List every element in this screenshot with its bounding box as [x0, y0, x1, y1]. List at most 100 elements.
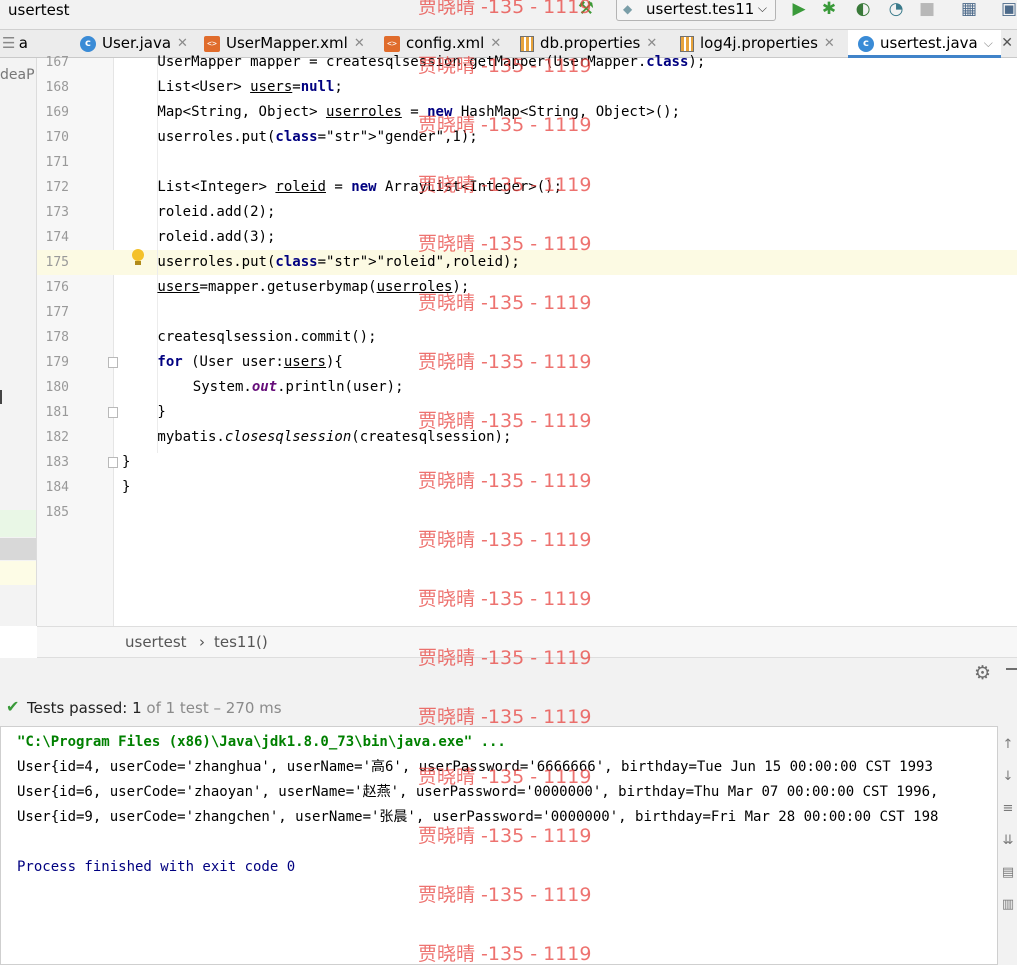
code-text: createsqlsession.commit();	[157, 329, 377, 345]
breadcrumb-method[interactable]: tes11()	[214, 627, 268, 658]
stop-icon[interactable]: ■	[914, 0, 940, 22]
code-line[interactable]: 179 for (User user:users){	[37, 350, 1017, 375]
code-line[interactable]: 174 roleid.add(3);	[37, 225, 1017, 250]
line-number: 167	[45, 55, 69, 70]
test-status-detail: of 1 test – 270 ms	[146, 699, 282, 717]
project-panel-fragment: deaP	[0, 67, 35, 83]
test-status-label: Tests passed:	[27, 699, 128, 717]
code-line[interactable]: 178 createsqlsession.commit();	[37, 325, 1017, 350]
run-tool-window-header: ⚙	[0, 658, 1017, 692]
code-line[interactable]: 185	[37, 500, 1017, 525]
line-number: 172	[45, 180, 69, 195]
code-line[interactable]: 169 Map<String, Object> userroles = new H…	[37, 100, 1017, 125]
test-config-icon: ◆	[623, 2, 633, 16]
check-icon: ✔	[6, 697, 20, 716]
console-toolbar: ↑ ↓ ≡ ⇊ ▤ ▥	[998, 726, 1017, 965]
code-line[interactable]: 170 userroles.put(class="str">"gender",1)…	[37, 125, 1017, 150]
scroll-down-icon[interactable]: ↓	[1001, 770, 1015, 784]
soft-wrap-icon[interactable]: ≡	[1001, 802, 1015, 816]
code-line[interactable]: 168 List<User> users=null;	[37, 75, 1017, 100]
console-line: User{id=4, userCode='zhanghua', userName…	[17, 759, 933, 775]
code-line[interactable]: 182 mybatis.closesqlsession(createsqlsess…	[37, 425, 1017, 450]
line-number: 170	[45, 130, 69, 145]
code-text: }	[157, 404, 166, 420]
fold-marker-icon[interactable]	[108, 357, 118, 368]
panel-row-selected[interactable]	[0, 538, 36, 560]
line-number: 183	[45, 455, 69, 470]
run-icon[interactable]: ▶	[786, 0, 812, 22]
code-text: users=mapper.getuserbymap(userroles);	[157, 279, 470, 295]
line-number: 168	[45, 80, 69, 95]
test-status-bar: ✔ Tests passed: 1 of 1 test – 270 ms	[0, 692, 1017, 726]
sdk-manager-icon[interactable]: ▣	[996, 0, 1017, 22]
panel-row-highlight	[0, 561, 36, 585]
coverage-icon[interactable]: ◐	[850, 0, 876, 22]
code-line[interactable]: 167 UserMapper mapper = createsqlsession.…	[37, 50, 1017, 75]
line-number: 169	[45, 105, 69, 120]
clear-all-icon[interactable]: ▥	[1001, 898, 1015, 912]
tab-hidden-left[interactable]: ☰ a	[2, 30, 28, 58]
run-config-selector[interactable]: ◆ usertest.tes11 ⌵	[616, 0, 776, 21]
line-number: 171	[45, 155, 69, 170]
code-text: userroles.put(class="str">"roleid",rolei…	[157, 254, 520, 270]
scroll-to-end-icon[interactable]: ⇊	[1001, 834, 1015, 848]
code-line[interactable]: 172 List<Integer> roleid = new ArrayList<…	[37, 175, 1017, 200]
console-line: Process finished with exit code 0	[17, 859, 296, 875]
project-structure-icon[interactable]: ▦	[956, 0, 982, 22]
project-panel-edge: deaP	[0, 58, 37, 626]
minimize-icon[interactable]	[1006, 668, 1017, 670]
code-line[interactable]: 184}	[37, 475, 1017, 500]
breadcrumb: usertest › tes11()	[37, 626, 1017, 658]
fold-marker-icon[interactable]	[108, 457, 118, 468]
project-name[interactable]: usertest	[8, 0, 70, 20]
line-number: 180	[45, 380, 69, 395]
code-text: UserMapper mapper = createsqlsession.get…	[157, 54, 706, 70]
code-line[interactable]: 176 users=mapper.getuserbymap(userroles);	[37, 275, 1017, 300]
breadcrumb-class[interactable]: usertest	[125, 627, 187, 658]
code-line[interactable]: 175 userroles.put(class="str">"roleid",ro…	[37, 250, 1017, 275]
code-line[interactable]: 177	[37, 300, 1017, 325]
debug-bug-icon[interactable]: ✱	[816, 0, 842, 22]
console-line: "C:\Program Files (x86)\Java\jdk1.8.0_73…	[17, 734, 506, 750]
line-number: 182	[45, 430, 69, 445]
console-line: User{id=6, userCode='zhaoyan', userName=…	[17, 784, 939, 800]
line-number: 173	[45, 205, 69, 220]
code-text: Map<String, Object> userroles = new Hash…	[157, 104, 680, 120]
line-number: 178	[45, 330, 69, 345]
code-line[interactable]: 180 System.out.println(user);	[37, 375, 1017, 400]
selection-marker	[0, 390, 2, 404]
test-status-count: 1	[132, 699, 142, 717]
code-text: }	[122, 479, 131, 495]
line-number: 175	[45, 255, 69, 270]
fold-marker-icon[interactable]	[108, 407, 118, 418]
line-number: 176	[45, 280, 69, 295]
breadcrumb-separator: ›	[199, 633, 205, 651]
build-hammer-icon[interactable]: ⚒	[572, 0, 600, 22]
line-number: 179	[45, 355, 69, 370]
line-number: 177	[45, 305, 69, 320]
gear-icon[interactable]: ⚙	[974, 662, 991, 684]
run-config-label: usertest.tes11	[646, 0, 755, 18]
chevron-down-icon: ⌵	[757, 1, 767, 15]
code-line[interactable]: 181}	[37, 400, 1017, 425]
code-text: System.out.println(user);	[192, 379, 404, 395]
line-number: 181	[45, 405, 69, 420]
panel-row-highlight	[0, 510, 36, 537]
code-line[interactable]: 173 roleid.add(2);	[37, 200, 1017, 225]
line-number: 185	[45, 505, 69, 520]
code-line[interactable]: 183}	[37, 450, 1017, 475]
profile-icon[interactable]: ◔	[883, 0, 909, 22]
print-icon[interactable]: ▤	[1001, 866, 1015, 880]
tab-label: a	[18, 34, 28, 52]
code-text: userroles.put(class="str">"gender",1);	[157, 129, 478, 145]
code-text: List<Integer> roleid = new ArrayList<Int…	[157, 179, 563, 195]
line-number: 174	[45, 230, 69, 245]
scroll-up-icon[interactable]: ↑	[1001, 738, 1015, 752]
code-text: roleid.add(2);	[157, 204, 276, 220]
code-line[interactable]: 171	[37, 150, 1017, 175]
run-console-output[interactable]: "C:\Program Files (x86)\Java\jdk1.8.0_73…	[0, 726, 998, 965]
code-text: roleid.add(3);	[157, 229, 276, 245]
main-toolbar: usertest ⚒ ◆ usertest.tes11 ⌵ ▶ ✱ ◐ ◔ ■ …	[0, 0, 1017, 30]
line-number: 184	[45, 480, 69, 495]
code-text: for (User user:users){	[157, 354, 343, 370]
